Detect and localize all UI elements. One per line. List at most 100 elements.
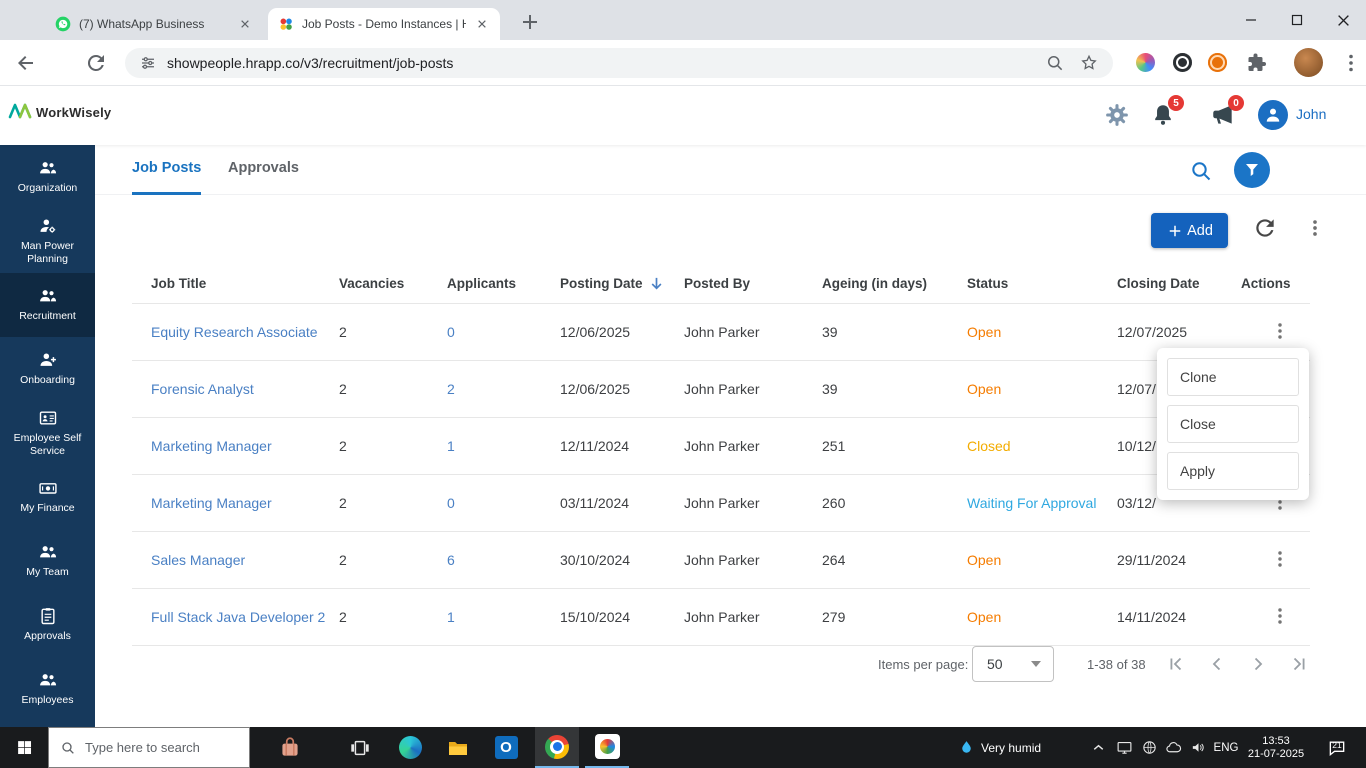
file-explorer-icon[interactable]	[436, 727, 480, 768]
pagination-range: 1-38 of 38	[1087, 657, 1146, 672]
refresh-icon[interactable]	[1252, 215, 1282, 245]
tray-onedrive-icon[interactable]	[1161, 727, 1186, 768]
tray-expand-caret-icon[interactable]	[1086, 727, 1111, 768]
job-title-link[interactable]: Marketing Manager	[151, 438, 272, 454]
applicants-link[interactable]: 0	[447, 324, 455, 340]
browser-profile-avatar[interactable]	[1294, 48, 1323, 77]
tab-title: Job Posts - Demo Instances | H	[302, 17, 466, 31]
taskbar-app-chrome[interactable]	[535, 727, 579, 768]
notifications-bell-icon[interactable]: 5	[1150, 95, 1184, 128]
job-title-link[interactable]: Forensic Analyst	[151, 381, 254, 397]
applicants-link[interactable]: 6	[447, 552, 455, 568]
tab-approvals[interactable]: Approvals	[228, 145, 299, 192]
last-page-button[interactable]	[1283, 647, 1315, 681]
menu-item-apply[interactable]: Apply	[1167, 452, 1299, 490]
start-button[interactable]	[0, 727, 48, 768]
tray-display-icon[interactable]	[1112, 727, 1137, 768]
taskbar-weather[interactable]: Very humid	[958, 727, 1041, 768]
taskbar-app-edge[interactable]	[388, 727, 432, 768]
menu-item-clone[interactable]: Clone	[1167, 358, 1299, 396]
minimize-button[interactable]	[1228, 0, 1274, 40]
sidebar-item-approvals[interactable]: Approvals	[0, 593, 95, 657]
row-actions-kebab-icon[interactable]	[1269, 548, 1291, 570]
col-header-applicants[interactable]: Applicants	[447, 276, 560, 291]
applicants-link[interactable]: 0	[447, 495, 455, 511]
site-settings-icon[interactable]	[139, 54, 157, 72]
extension-icon-3[interactable]	[1208, 53, 1227, 72]
extension-icon-1[interactable]	[1136, 53, 1155, 72]
user-name[interactable]: John	[1296, 106, 1326, 122]
filter-button[interactable]	[1234, 152, 1270, 188]
workwisely-logo[interactable]: WorkWisely	[8, 100, 111, 124]
search-in-page-icon[interactable]	[1045, 53, 1065, 73]
taskbar-search[interactable]: Type here to search	[48, 727, 250, 768]
sidebar-item-employees[interactable]: Employees	[0, 657, 95, 721]
sidebar-item-man-power-planning[interactable]: Man Power Planning	[0, 209, 95, 273]
extension-icon-2[interactable]	[1173, 53, 1192, 72]
col-header-vacancies[interactable]: Vacancies	[339, 276, 447, 291]
maximize-button[interactable]	[1274, 0, 1320, 40]
sidebar-item-organization[interactable]: Organization	[0, 145, 95, 209]
first-page-button[interactable]	[1160, 647, 1192, 681]
browser-menu-icon[interactable]	[1339, 51, 1363, 75]
row-actions-kebab-icon[interactable]	[1269, 320, 1291, 342]
tray-volume-icon[interactable]	[1186, 727, 1211, 768]
taskbar-app-suitcase[interactable]	[268, 727, 312, 768]
status-text: Open	[967, 381, 1002, 397]
col-header-job-title[interactable]: Job Title	[132, 276, 339, 291]
sidebar-item-employee-self-service[interactable]: Employee Self Service	[0, 401, 95, 465]
job-title-link[interactable]: Equity Research Associate	[151, 324, 318, 340]
job-title-link[interactable]: Sales Manager	[151, 552, 245, 568]
add-button-label: Add	[1187, 222, 1213, 239]
window-controls	[1228, 0, 1366, 40]
col-header-posted-by[interactable]: Posted By	[684, 276, 822, 291]
applicants-link[interactable]: 1	[447, 438, 455, 454]
sidebar-item-onboarding[interactable]: Onboarding	[0, 337, 95, 401]
user-avatar[interactable]	[1258, 100, 1288, 130]
bookmark-star-icon[interactable]	[1079, 53, 1099, 73]
announcements-megaphone-icon[interactable]: 0	[1210, 95, 1244, 128]
next-page-button[interactable]	[1242, 647, 1274, 681]
search-icon[interactable]	[1189, 159, 1213, 183]
reload-button[interactable]	[84, 51, 108, 75]
address-bar[interactable]: showpeople.hrapp.co/v3/recruitment/job-p…	[125, 48, 1113, 78]
job-title-link[interactable]: Marketing Manager	[151, 495, 272, 511]
col-header-closing-date[interactable]: Closing Date	[1117, 276, 1241, 291]
items-per-page-select[interactable]: 50	[972, 646, 1054, 682]
close-tab-icon[interactable]	[237, 16, 253, 32]
browser-tab-jobposts[interactable]: Job Posts - Demo Instances | H	[268, 8, 500, 40]
browser-tab-whatsapp[interactable]: (7) WhatsApp Business	[45, 8, 263, 40]
posting-date-cell: 12/06/2025	[560, 324, 631, 340]
col-header-status[interactable]: Status	[967, 276, 1117, 291]
job-title-link[interactable]: Full Stack Java Developer 2	[151, 609, 325, 625]
close-tab-icon[interactable]	[474, 16, 490, 32]
tab-job-posts[interactable]: Job Posts	[132, 145, 202, 195]
applicants-link[interactable]: 2	[447, 381, 455, 397]
taskbar-app-outlook[interactable]: O	[484, 727, 528, 768]
col-header-posting-date[interactable]: Posting Date	[560, 275, 684, 292]
back-button[interactable]	[14, 51, 38, 75]
add-button[interactable]: Add	[1151, 213, 1228, 248]
menu-item-close[interactable]: Close	[1167, 405, 1299, 443]
extensions-puzzle-icon[interactable]	[1244, 51, 1268, 75]
previous-page-button[interactable]	[1201, 647, 1233, 681]
language-indicator[interactable]: ENG	[1210, 727, 1242, 768]
table-options-kebab-icon[interactable]	[1304, 217, 1326, 239]
taskbar-app-hrapp[interactable]	[585, 727, 629, 768]
closing-date-cell: 29/11/2024	[1117, 552, 1187, 568]
col-header-ageing[interactable]: Ageing (in days)	[822, 276, 967, 291]
taskbar-clock[interactable]: 13:53 21-07-2025	[1240, 727, 1312, 768]
applicants-link[interactable]: 1	[447, 609, 455, 625]
sidebar-item-recruitment[interactable]: Recruitment	[0, 273, 95, 337]
close-window-button[interactable]	[1320, 0, 1366, 40]
status-text: Open	[967, 552, 1002, 568]
task-view-button[interactable]	[338, 727, 382, 768]
sort-desc-arrow-icon[interactable]	[648, 275, 665, 292]
sidebar-item-my-team[interactable]: My Team	[0, 529, 95, 593]
action-center-icon[interactable]: 21	[1316, 727, 1358, 768]
new-tab-button[interactable]	[518, 10, 542, 34]
sidebar-item-my-finance[interactable]: My Finance	[0, 465, 95, 529]
row-actions-kebab-icon[interactable]	[1269, 605, 1291, 627]
tray-network-icon[interactable]	[1137, 727, 1162, 768]
settings-gear-icon[interactable]	[1104, 102, 1130, 128]
